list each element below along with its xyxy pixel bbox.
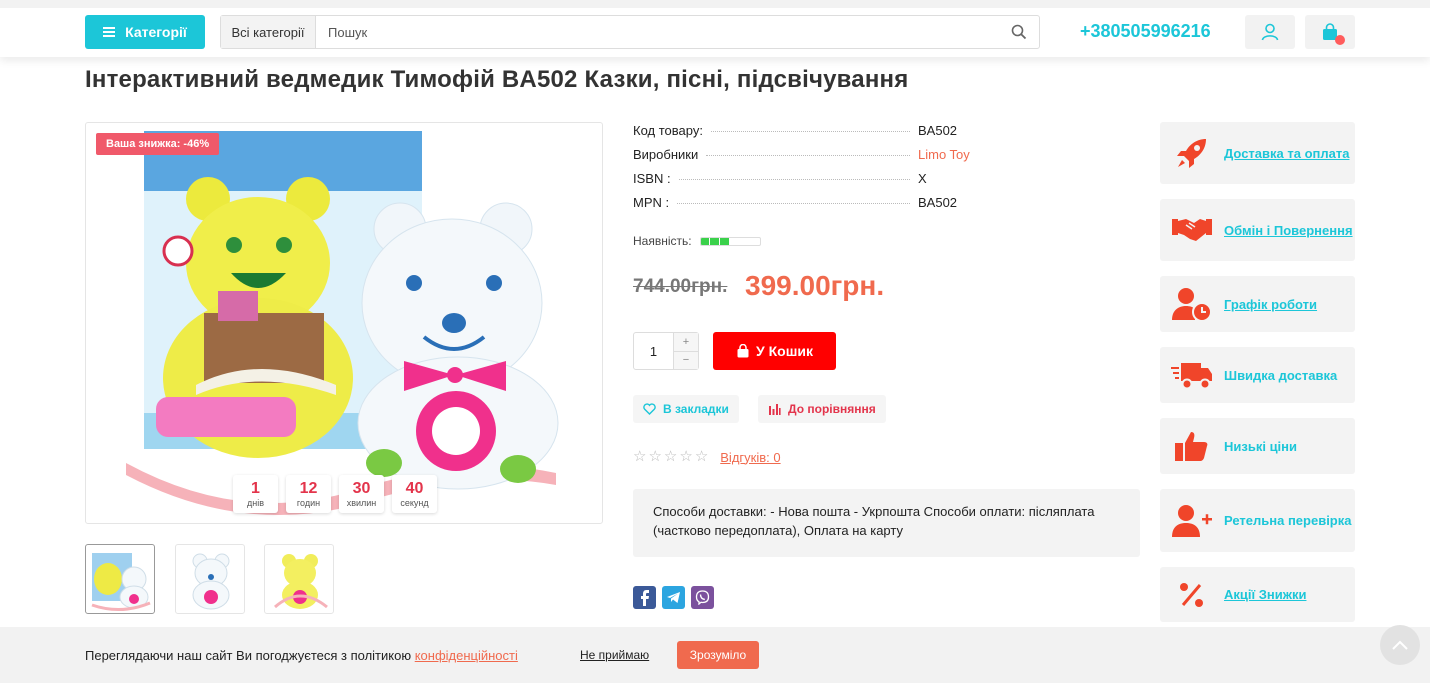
search-bar: Всі категорії — [220, 15, 1040, 49]
product-photo — [126, 131, 559, 516]
thumbs-up-icon — [1170, 426, 1214, 466]
sidebar-item-schedule[interactable]: Графік роботи — [1160, 276, 1355, 332]
rating-stars: ☆ ☆ ☆ ☆ ☆ Відгуків: 0 — [633, 449, 781, 465]
product-main-image[interactable]: Ваша знижка: -46% 1 днів 12 годин 30 хви… — [85, 122, 603, 524]
facebook-share-icon[interactable] — [633, 586, 656, 609]
sidebar-item-label: Низькі ціни — [1224, 438, 1298, 454]
categories-label: Категорії — [125, 24, 187, 40]
wishlist-button[interactable]: В закладки — [633, 395, 739, 423]
bar-chart-icon — [769, 404, 781, 415]
spec-value: BA502 — [918, 195, 958, 210]
chevron-up-icon — [1392, 640, 1408, 650]
percent-icon — [1170, 575, 1214, 615]
spec-row-manufacturer: Виробники Limo Toy — [633, 147, 978, 162]
accept-cookies-button[interactable]: Зрозуміло — [677, 641, 759, 669]
spec-label: ISBN : — [633, 171, 671, 186]
star-icon[interactable]: ☆ — [679, 449, 692, 465]
sidebar-item-label: Акції Знижки — [1224, 587, 1307, 602]
countdown-minutes: 30 хвилин — [339, 475, 384, 513]
sidebar-item-label: Швидка доставка — [1224, 367, 1338, 383]
shopping-bag-icon — [737, 344, 749, 358]
spec-label: Код товару: — [633, 123, 703, 138]
spec-row-mpn: MPN : BA502 — [633, 195, 978, 210]
truck-icon — [1170, 355, 1214, 395]
privacy-policy-link[interactable]: конфіденційності — [415, 648, 518, 663]
availability: Наявність: — [633, 234, 761, 248]
sidebar-item-label: Обмін і Повернення — [1224, 222, 1353, 238]
countdown-seconds: 40 секунд — [392, 475, 437, 513]
spec-value: BA502 — [918, 123, 958, 138]
search-input[interactable] — [316, 16, 999, 48]
sidebar-item-inspection[interactable]: Ретельна перевірка — [1160, 489, 1355, 552]
sidebar-item-delivery[interactable]: Доставка та оплата — [1160, 122, 1355, 184]
countdown-days: 1 днів — [233, 475, 278, 513]
countdown-hours: 12 годин — [286, 475, 331, 513]
spec-row-isbn: ISBN : X — [633, 171, 978, 186]
shipping-info: Способи доставки: - Нова пошта - Укрпошт… — [633, 489, 1140, 557]
cookie-banner: Переглядаючи наш сайт Ви погоджуєтеся з … — [0, 627, 1430, 683]
star-icon[interactable]: ☆ — [648, 449, 661, 465]
site-header: Категорії Всі категорії +380505996216 — [0, 0, 1430, 57]
star-icon[interactable]: ☆ — [664, 449, 677, 465]
rocket-icon — [1170, 133, 1214, 173]
spec-value: X — [918, 171, 927, 186]
sidebar-item-label: Графік роботи — [1224, 296, 1318, 312]
viber-share-icon[interactable] — [691, 586, 714, 609]
sidebar-item-low-prices[interactable]: Низькі ціни — [1160, 418, 1355, 474]
quantity-input[interactable]: 1 — [634, 333, 673, 369]
thumbnail-2[interactable] — [175, 544, 245, 614]
phone-number[interactable]: +380505996216 — [1080, 21, 1211, 42]
account-button[interactable] — [1245, 15, 1295, 49]
spec-label: MPN : — [633, 195, 670, 210]
discount-badge: Ваша знижка: -46% — [96, 133, 220, 155]
quantity-increase-button[interactable]: + — [674, 333, 698, 352]
menu-icon — [103, 27, 116, 37]
telegram-share-icon[interactable] — [662, 586, 685, 609]
add-to-cart-button[interactable]: У Кошик — [713, 332, 836, 370]
cart-count-badge — [1335, 35, 1345, 45]
old-price: 744.00грн. — [633, 276, 728, 297]
handshake-icon — [1170, 210, 1214, 250]
quantity-stepper: 1 + − — [633, 332, 699, 370]
availability-label: Наявність: — [633, 234, 692, 248]
decline-cookies-button[interactable]: Не приймаю — [580, 648, 649, 662]
compare-button[interactable]: До порівняння — [758, 395, 886, 423]
spec-row-code: Код товару: BA502 — [633, 123, 978, 138]
star-icon[interactable]: ☆ — [695, 449, 708, 465]
wishlist-label: В закладки — [663, 402, 729, 416]
scroll-to-top-button[interactable] — [1380, 625, 1420, 665]
cart-button[interactable] — [1305, 15, 1355, 49]
sidebar-item-label: Ретельна перевірка — [1224, 513, 1352, 528]
manufacturer-link[interactable]: Limo Toy — [918, 147, 978, 162]
thumbnail-1[interactable] — [85, 544, 155, 614]
sidebar-item-exchange[interactable]: Обмін і Повернення — [1160, 199, 1355, 261]
search-icon[interactable] — [999, 16, 1039, 48]
sidebar-item-promotions[interactable]: Акції Знижки — [1160, 567, 1355, 622]
search-category-select[interactable]: Всі категорії — [221, 16, 316, 48]
quantity-decrease-button[interactable]: − — [674, 351, 698, 369]
star-icon[interactable]: ☆ — [633, 449, 646, 465]
current-price: 399.00грн. — [745, 270, 885, 301]
user-clock-icon — [1170, 284, 1214, 324]
spec-label: Виробники — [633, 147, 699, 162]
sale-countdown: 1 днів 12 годин 30 хвилин 40 секунд — [233, 475, 437, 513]
thumbnail-3[interactable] — [264, 544, 334, 614]
user-plus-icon — [1170, 501, 1214, 541]
availability-meter — [699, 236, 761, 246]
cookie-text: Переглядаючи наш сайт Ви погоджуєтеся з … — [85, 648, 518, 663]
sidebar-item-label: Доставка та оплата — [1224, 145, 1350, 161]
heart-icon — [643, 403, 656, 415]
product-title: Інтерактивний ведмедик Тимофій BA502 Каз… — [85, 66, 909, 93]
add-to-cart-label: У Кошик — [756, 343, 813, 359]
user-icon — [1261, 23, 1279, 41]
reviews-link[interactable]: Відгуків: 0 — [720, 450, 780, 465]
sidebar-item-fast-delivery[interactable]: Швидка доставка — [1160, 347, 1355, 403]
categories-button[interactable]: Категорії — [85, 15, 205, 49]
compare-label: До порівняння — [788, 402, 876, 416]
